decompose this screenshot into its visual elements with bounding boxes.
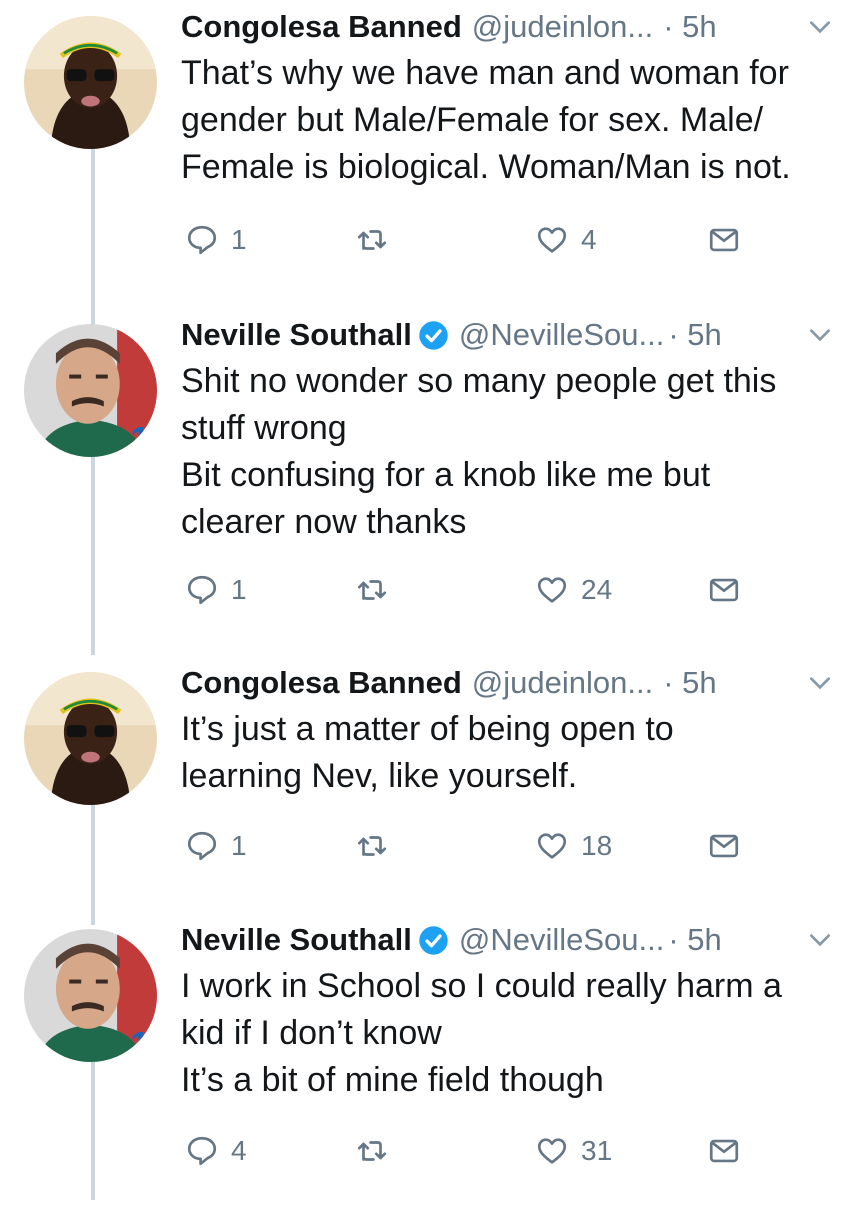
reply-icon — [185, 1134, 219, 1168]
tweet[interactable]: Congolesa Banned @judeinlon... · 5h It’s… — [0, 660, 857, 960]
verified-badge-icon — [418, 320, 449, 351]
timestamp[interactable]: · 5h — [668, 317, 721, 353]
tweet-actions: 1 4 — [181, 220, 761, 260]
like-count: 31 — [581, 1135, 613, 1166]
retweet-icon — [355, 829, 389, 863]
retweet-button[interactable] — [355, 570, 401, 610]
tweet-header: Neville Southall @NevilleSou... · 5h — [181, 917, 847, 963]
tweet-header: Neville Southall @NevilleSou... · 5h — [181, 312, 847, 358]
like-icon — [535, 573, 569, 607]
avatar[interactable]: 1 — [24, 324, 157, 457]
like-count: 4 — [581, 224, 597, 255]
svg-text:1: 1 — [130, 1025, 149, 1062]
svg-text:1: 1 — [130, 420, 149, 457]
user-handle[interactable]: @judeinlon... — [472, 9, 653, 45]
verified-badge-icon — [418, 925, 449, 956]
tweet-text-line: I work in School so I could really harm … — [181, 967, 782, 1005]
retweet-button[interactable] — [355, 1131, 401, 1171]
chevron-down-icon[interactable] — [807, 322, 833, 348]
reply-button[interactable]: 1 — [185, 570, 247, 610]
tweet-text: I work in School so I could really harm … — [181, 963, 847, 1104]
reply-icon — [185, 573, 219, 607]
like-count: 18 — [581, 830, 613, 861]
tweet-actions: 4 31 — [181, 1131, 761, 1171]
tweet-text-line: Shit no wonder so many people get this — [181, 362, 777, 400]
retweet-icon — [355, 223, 389, 257]
tweet[interactable]: Congolesa Banned @judeinlon... · 5h That… — [0, 4, 857, 304]
tweet-header: Congolesa Banned @judeinlon... · 5h — [181, 660, 847, 706]
like-icon — [535, 1134, 569, 1168]
user-handle[interactable]: @NevilleSou... — [459, 922, 665, 958]
tweet-text: It’s just a matter of being open to lear… — [181, 706, 847, 800]
direct-message-icon — [707, 1134, 741, 1168]
direct-message-button[interactable] — [707, 220, 741, 260]
timestamp[interactable]: · 5h — [668, 922, 721, 958]
user-handle[interactable]: @judeinlon... — [472, 665, 653, 701]
tweet-text-line: clearer now thanks — [181, 503, 467, 541]
tweet-text-line: Bit confusing for a knob like me but — [181, 456, 711, 494]
tweet-actions: 1 18 — [181, 826, 761, 866]
tweet-actions: 1 24 — [181, 570, 761, 610]
chevron-down-icon[interactable] — [807, 927, 833, 953]
display-name[interactable]: Neville Southall — [181, 922, 412, 958]
tweet-text-line: That’s why we have man and woman for — [181, 54, 789, 92]
like-icon — [535, 829, 569, 863]
timestamp[interactable]: · 5h — [663, 665, 716, 701]
retweet-button[interactable] — [355, 220, 401, 260]
direct-message-button[interactable] — [707, 1131, 741, 1171]
chevron-down-icon[interactable] — [807, 14, 833, 40]
display-name[interactable]: Neville Southall — [181, 317, 412, 353]
display-name[interactable]: Congolesa Banned — [181, 665, 462, 701]
avatar[interactable] — [24, 672, 157, 805]
avatar[interactable] — [24, 16, 157, 149]
reply-icon — [185, 829, 219, 863]
tweet-text: Shit no wonder so many people get this s… — [181, 358, 847, 546]
direct-message-icon — [707, 223, 741, 257]
like-button[interactable]: 31 — [535, 1131, 612, 1171]
direct-message-icon — [707, 829, 741, 863]
tweet-text-line: learning Nev, like yourself. — [181, 757, 578, 795]
like-button[interactable]: 4 — [535, 220, 597, 260]
direct-message-icon — [707, 573, 741, 607]
like-icon — [535, 223, 569, 257]
reply-button[interactable]: 1 — [185, 826, 247, 866]
tweet-text-line: It’s a bit of mine field though — [181, 1061, 604, 1099]
reply-count: 1 — [231, 830, 247, 861]
display-name[interactable]: Congolesa Banned — [181, 9, 462, 45]
tweet[interactable]: 1 Neville Southall @NevilleSou... · 5h S… — [0, 312, 857, 612]
like-button[interactable]: 24 — [535, 570, 612, 610]
tweet-header: Congolesa Banned @judeinlon... · 5h — [181, 4, 847, 50]
like-button[interactable]: 18 — [535, 826, 612, 866]
timestamp[interactable]: · 5h — [663, 9, 716, 45]
retweet-icon — [355, 573, 389, 607]
tweet-text-line: kid if I don’t know — [181, 1014, 442, 1052]
retweet-icon — [355, 1134, 389, 1168]
reply-count: 4 — [231, 1135, 247, 1166]
tweet-text-line: Female is biological. Woman/Man is not. — [181, 148, 791, 186]
reply-button[interactable]: 1 — [185, 220, 247, 260]
direct-message-button[interactable] — [707, 826, 741, 866]
tweet-text: That’s why we have man and woman for gen… — [181, 50, 847, 191]
reply-count: 1 — [231, 574, 247, 605]
tweet[interactable]: 1 Neville Southall @NevilleSou... · 5h I… — [0, 917, 857, 1217]
tweet-text-line: stuff wrong — [181, 409, 347, 447]
user-handle[interactable]: @NevilleSou... — [459, 317, 665, 353]
chevron-down-icon[interactable] — [807, 670, 833, 696]
retweet-button[interactable] — [355, 826, 401, 866]
tweet-text-line: gender but Male/Female for sex. Male/ — [181, 101, 764, 139]
direct-message-button[interactable] — [707, 570, 741, 610]
reply-count: 1 — [231, 224, 247, 255]
tweet-text-line: It’s just a matter of being open to — [181, 710, 674, 748]
reply-icon — [185, 223, 219, 257]
like-count: 24 — [581, 574, 613, 605]
reply-button[interactable]: 4 — [185, 1131, 247, 1171]
avatar[interactable]: 1 — [24, 929, 157, 1062]
